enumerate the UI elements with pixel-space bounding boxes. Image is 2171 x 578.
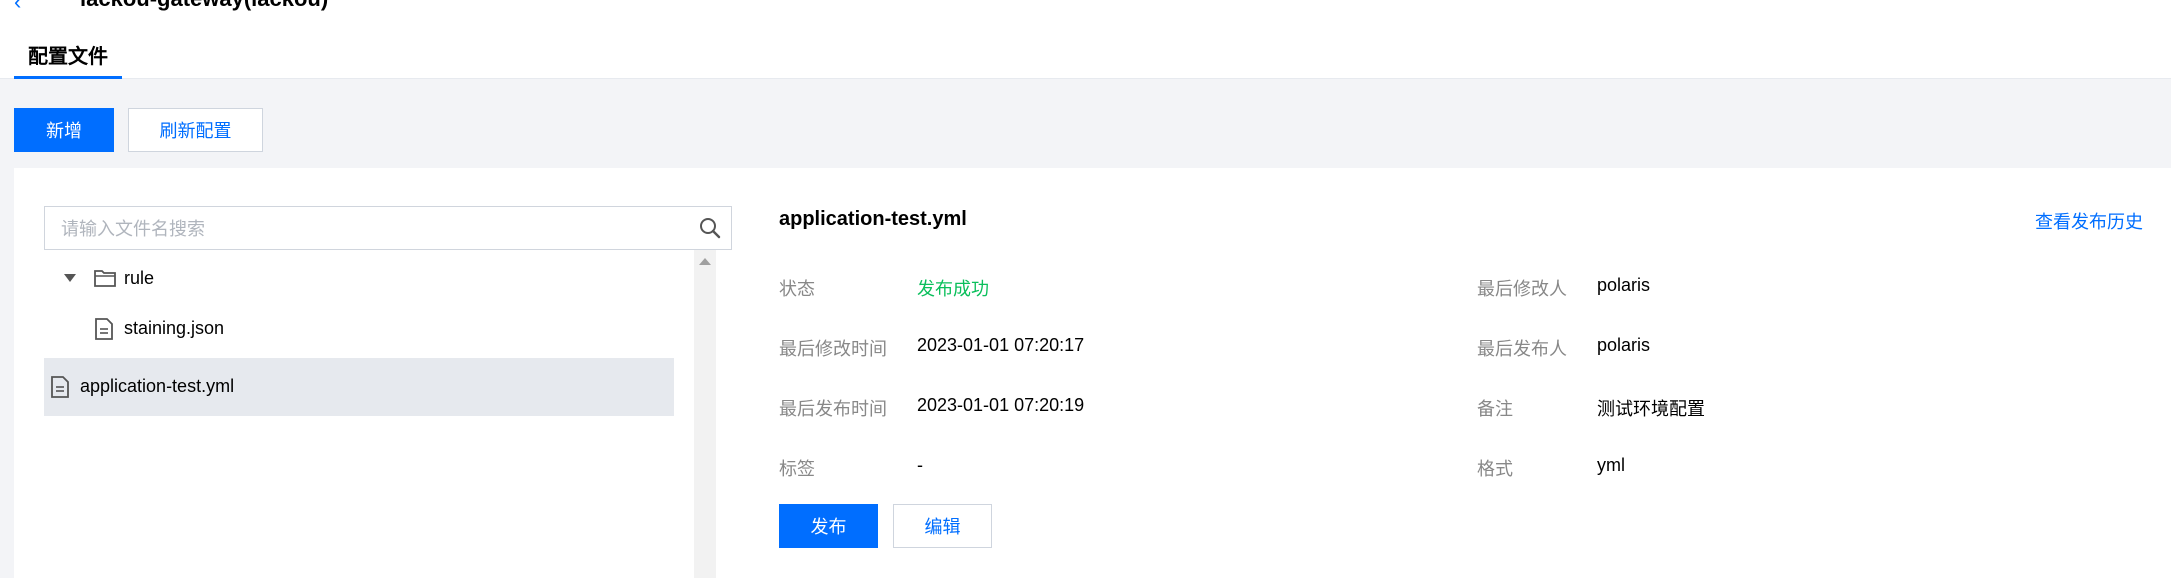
status-value: 发布成功 <box>917 279 989 299</box>
file-icon <box>95 318 113 340</box>
folder-icon <box>94 270 116 287</box>
last-modifier-label: 最后修改人 <box>1477 279 1567 299</box>
format-value: yml <box>1597 455 1625 475</box>
last-publisher-label: 最后发布人 <box>1477 339 1567 359</box>
file-search-box <box>44 206 732 251</box>
tree-item-file-staining[interactable]: staining.json <box>44 300 674 356</box>
tree-item-folder-rule[interactable]: rule <box>44 250 674 306</box>
file-icon <box>51 376 69 398</box>
last-published-time-value: 2023-01-01 07:20:19 <box>917 395 1085 415</box>
tree-item-label: staining.json <box>124 318 225 338</box>
search-icon[interactable] <box>699 217 721 239</box>
status-label: 状态 <box>779 279 815 299</box>
remark-label: 备注 <box>1477 399 1513 419</box>
content-panel: rule staining.json application-test.yml <box>14 168 2171 578</box>
tags-label: 标签 <box>779 459 815 479</box>
view-publish-history-link[interactable]: 查看发布历史 <box>2035 208 2143 234</box>
last-publisher-value: polaris <box>1597 335 1651 355</box>
tree-scrollbar[interactable] <box>694 250 716 578</box>
last-published-time-label: 最后发布时间 <box>779 399 887 419</box>
tree-item-file-application-test[interactable]: application-test.yml <box>44 358 674 416</box>
tags-value: - <box>917 455 923 475</box>
scroll-up-arrow-icon[interactable] <box>699 258 711 265</box>
page-title: lackou-gateway(lackou) <box>80 0 328 12</box>
publish-button[interactable]: 发布 <box>779 504 878 548</box>
format-label: 格式 <box>1477 459 1513 479</box>
back-arrow-icon[interactable]: ‹ <box>14 0 30 13</box>
last-modifier-value: polaris <box>1597 275 1651 295</box>
remark-value: 测试环境配置 <box>1597 399 1705 419</box>
caret-down-icon[interactable] <box>64 274 76 282</box>
edit-button[interactable]: 编辑 <box>893 504 992 548</box>
top-bar: ‹ lackou-gateway(lackou) 配置文件 <box>0 0 2171 79</box>
detail-file-name: application-test.yml <box>779 208 967 230</box>
tree-item-label: rule <box>124 268 155 288</box>
tree-item-label: application-test.yml <box>80 376 235 396</box>
tab-config-files[interactable]: 配置文件 <box>14 42 122 79</box>
file-search-input[interactable] <box>59 207 683 251</box>
last-modified-time-value: 2023-01-01 07:20:17 <box>917 335 1085 355</box>
refresh-config-button[interactable]: 刷新配置 <box>128 108 263 152</box>
last-modified-time-label: 最后修改时间 <box>779 339 887 359</box>
add-button[interactable]: 新增 <box>14 108 114 152</box>
